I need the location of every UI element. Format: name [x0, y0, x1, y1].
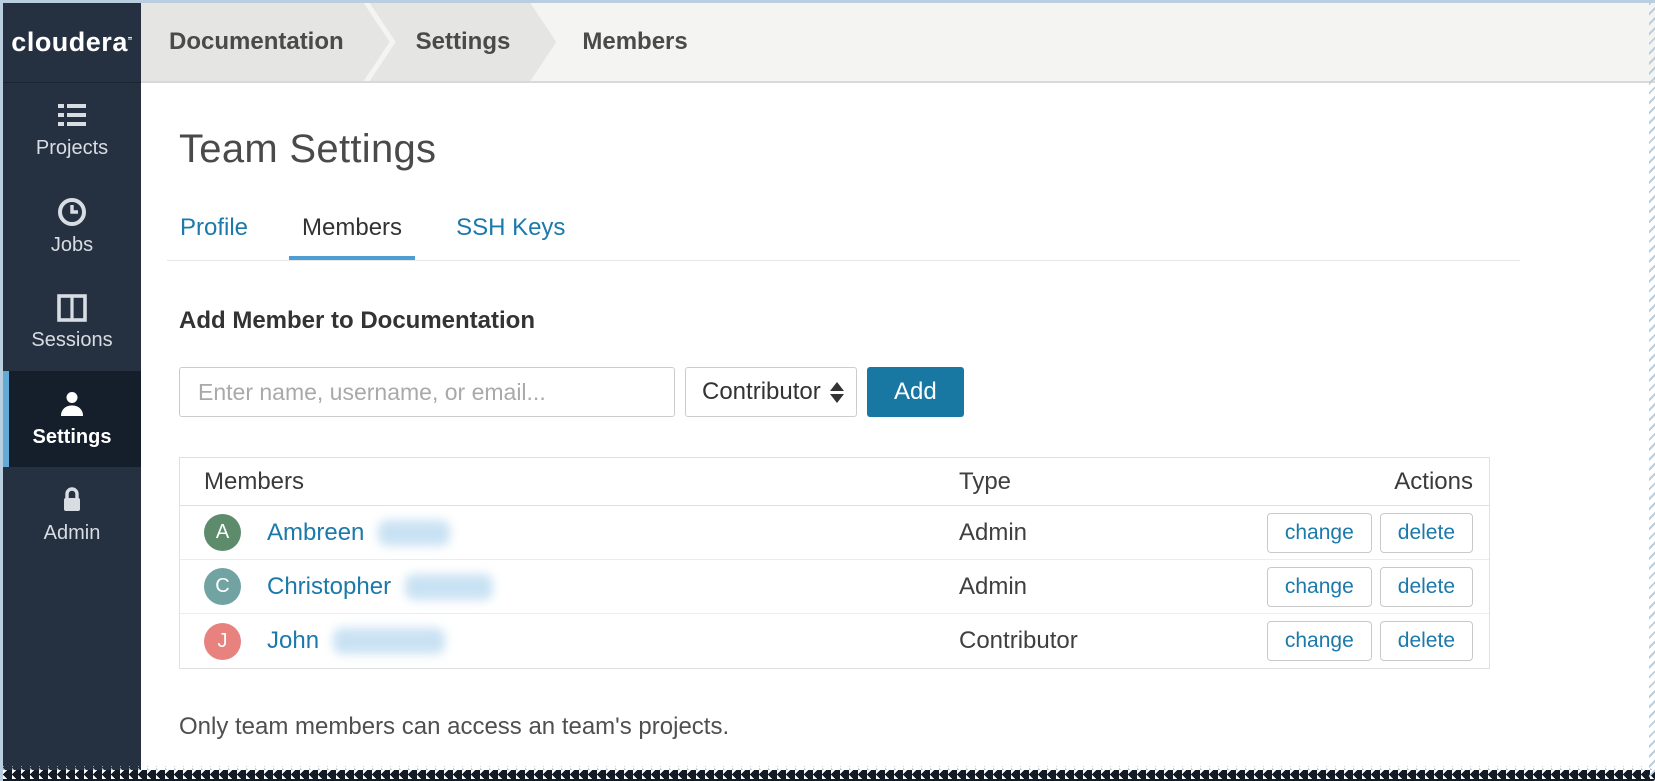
breadcrumb-item-documentation[interactable]: Documentation	[141, 3, 390, 81]
select-spinner-icon	[830, 382, 844, 403]
table-row: A Ambreen Admin change delete	[180, 506, 1489, 560]
member-name-link[interactable]: Christopher	[267, 573, 391, 601]
clock-icon	[57, 197, 87, 227]
sidebar-item-label: Jobs	[51, 234, 93, 257]
member-name-link[interactable]: Ambreen	[267, 519, 364, 547]
table-body: A Ambreen Admin change delete C	[180, 506, 1489, 668]
sidebar-item-projects[interactable]: Projects	[3, 83, 141, 179]
redacted-surname	[333, 628, 445, 654]
role-select-value: Contributor	[702, 378, 821, 406]
columns-icon	[57, 294, 87, 322]
page-title: Team Settings	[179, 127, 1490, 172]
sidebar-item-settings[interactable]: Settings	[3, 371, 141, 467]
column-header-actions: Actions	[1259, 468, 1489, 496]
add-button[interactable]: Add	[867, 367, 964, 417]
sidebar-nav: Projects Jobs Sessions Settings	[3, 83, 141, 563]
app-window: cloudera˭ Projects Jobs Sessions	[0, 0, 1655, 781]
list-icon	[57, 102, 87, 130]
main-column: Documentation Settings Members Team Sett…	[141, 3, 1655, 781]
column-header-type: Type	[959, 468, 1259, 496]
add-member-form: Contributor Add	[179, 367, 1490, 417]
redacted-surname	[405, 574, 493, 600]
content-area: Team Settings Profile Members SSH Keys A…	[141, 127, 1655, 741]
member-type: Admin	[959, 519, 1259, 547]
cloudera-logo[interactable]: cloudera˭	[3, 3, 141, 83]
tab-members[interactable]: Members	[289, 206, 415, 260]
delete-button[interactable]: delete	[1380, 513, 1473, 553]
torn-edge-right	[1649, 3, 1655, 781]
delete-button[interactable]: delete	[1380, 621, 1473, 661]
delete-button[interactable]: delete	[1380, 567, 1473, 607]
member-search-input[interactable]	[179, 367, 675, 417]
member-type: Contributor	[959, 627, 1259, 655]
column-header-members: Members	[180, 468, 959, 496]
tab-bar: Profile Members SSH Keys	[167, 206, 1520, 261]
cloudera-logo-text: cloudera	[11, 27, 128, 58]
sidebar-item-label: Sessions	[31, 329, 112, 352]
change-button[interactable]: change	[1267, 513, 1372, 553]
footer-note: Only team members can access an team's p…	[179, 713, 1490, 741]
member-type: Admin	[959, 573, 1259, 601]
avatar: J	[204, 623, 241, 660]
table-row: C Christopher Admin change delete	[180, 560, 1489, 614]
avatar: A	[204, 514, 241, 551]
sidebar-item-label: Projects	[36, 137, 108, 160]
lock-icon	[57, 485, 87, 515]
avatar: C	[204, 568, 241, 605]
sidebar-item-label: Settings	[33, 426, 112, 449]
user-icon	[57, 389, 87, 419]
sidebar-item-admin[interactable]: Admin	[3, 467, 141, 563]
breadcrumb: Documentation Settings Members	[141, 3, 1655, 83]
tab-ssh-keys[interactable]: SSH Keys	[443, 206, 578, 260]
sidebar-item-label: Admin	[44, 522, 101, 545]
add-member-heading: Add Member to Documentation	[179, 307, 1490, 335]
change-button[interactable]: change	[1267, 621, 1372, 661]
sidebar: cloudera˭ Projects Jobs Sessions	[3, 3, 141, 781]
sidebar-item-sessions[interactable]: Sessions	[3, 275, 141, 371]
breadcrumb-item-members: Members	[536, 3, 733, 81]
member-name-link[interactable]: John	[267, 627, 319, 655]
members-table: Members Type Actions A Ambreen Admin cha…	[179, 457, 1490, 669]
table-header-row: Members Type Actions	[180, 458, 1489, 506]
redacted-surname	[378, 520, 450, 546]
breadcrumb-item-settings[interactable]: Settings	[370, 3, 557, 81]
trademark-mark: ˭	[128, 28, 133, 58]
torn-edge-bottom	[3, 770, 1655, 781]
tab-profile[interactable]: Profile	[167, 206, 261, 260]
table-row: J John Contributor change delete	[180, 614, 1489, 668]
role-select[interactable]: Contributor	[685, 367, 857, 417]
sidebar-item-jobs[interactable]: Jobs	[3, 179, 141, 275]
change-button[interactable]: change	[1267, 567, 1372, 607]
